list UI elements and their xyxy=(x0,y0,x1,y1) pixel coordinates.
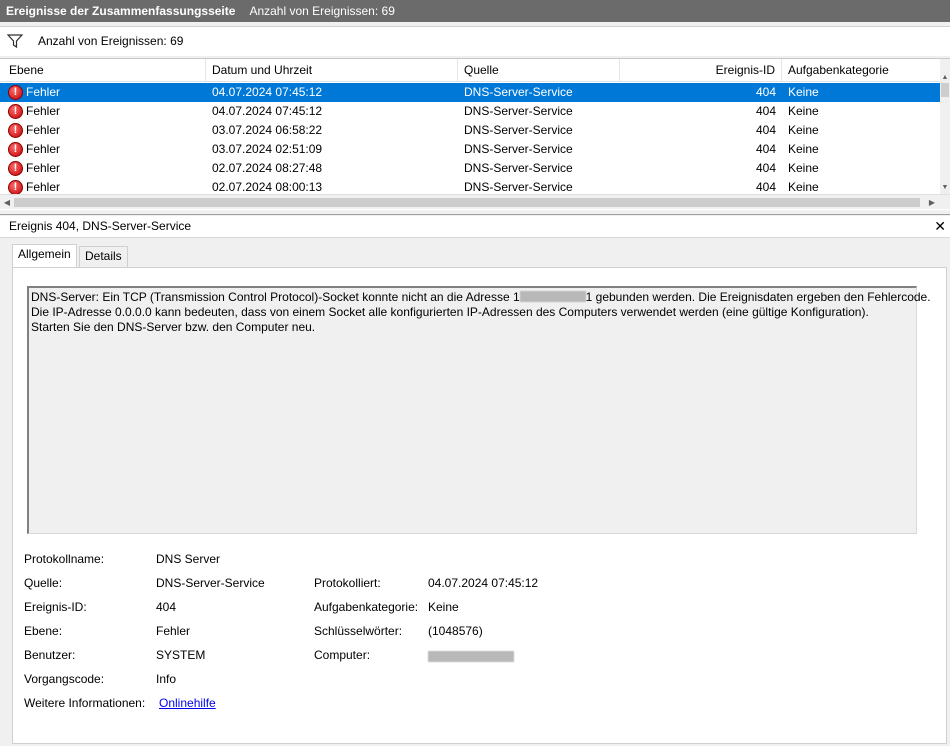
cell-datetime: 03.07.2024 06:58:22 xyxy=(212,123,323,137)
cell-level: Fehler xyxy=(26,142,61,156)
cell-task-category: Keine xyxy=(788,85,819,99)
label-benutzer: Benutzer: xyxy=(24,648,76,662)
filter-bar: Anzahl von Ereignissen: 69 xyxy=(0,26,950,56)
cell-datetime: 03.07.2024 02:51:09 xyxy=(212,142,323,156)
table-row[interactable]: ! Fehler 04.07.2024 07:45:12 DNS-Server-Ser… xyxy=(0,83,940,102)
cell-event-id: 404 xyxy=(755,123,776,137)
error-icon: ! xyxy=(8,104,23,119)
error-icon: ! xyxy=(8,161,23,176)
tab-details[interactable]: Details xyxy=(79,246,128,267)
cell-datetime: 02.07.2024 08:27:48 xyxy=(212,161,323,175)
grid-header: Ebene Datum und Uhrzeit Quelle Ereignis-… xyxy=(0,59,940,82)
horizontal-scrollbar[interactable]: ◀ ▶ xyxy=(0,194,950,209)
column-header-level[interactable]: Ebene xyxy=(3,59,206,82)
title-event-count: Anzahl von Ereignissen: 69 xyxy=(249,4,395,18)
value-computer-redacted xyxy=(428,650,514,664)
page-title: Ereignisse der Zusammenfassungsseite xyxy=(6,4,236,18)
value-protokollname: DNS Server xyxy=(156,552,221,566)
table-row[interactable]: ! Fehler 02.07.2024 08:27:48 DNS-Server-Ser… xyxy=(0,159,940,178)
cell-event-id: 404 xyxy=(755,161,776,175)
cell-task-category: Keine xyxy=(788,142,819,156)
cell-task-category: Keine xyxy=(788,104,819,118)
label-protokollname: Protokollname: xyxy=(24,552,105,566)
cell-level: Fehler xyxy=(26,161,61,175)
value-quelle: DNS-Server-Service xyxy=(156,576,265,590)
filter-event-count: Anzahl von Ereignissen: 69 xyxy=(38,34,184,48)
event-description[interactable]: DNS-Server: Ein TCP (Transmission Contro… xyxy=(27,286,931,534)
cell-datetime: 04.07.2024 07:45:12 xyxy=(212,104,323,118)
cell-source: DNS-Server-Service xyxy=(464,85,573,99)
value-vorgangscode: Info xyxy=(156,672,177,686)
event-detail-title: Ereignis 404, DNS-Server-Service xyxy=(9,219,192,233)
onlinehilfe-link[interactable]: Onlinehilfe xyxy=(159,696,216,710)
scroll-right-arrow-icon[interactable]: ▶ xyxy=(926,195,938,210)
scroll-up-arrow-icon[interactable]: ▲ xyxy=(940,73,950,83)
column-header-datetime[interactable]: Datum und Uhrzeit xyxy=(206,59,458,82)
cell-datetime: 04.07.2024 07:45:12 xyxy=(212,85,323,99)
vertical-scrollbar[interactable]: ▲ ▼ xyxy=(940,59,950,195)
vertical-scroll-thumb[interactable] xyxy=(941,83,949,97)
value-schluesselwoerter: (1048576) xyxy=(428,624,483,638)
filter-icon[interactable] xyxy=(7,34,23,48)
column-header-event-id[interactable]: Ereignis-ID xyxy=(620,59,782,82)
description-line-3: Starten Sie den DNS-Server bzw. den Comp… xyxy=(31,320,316,334)
label-vorgangscode: Vorgangscode: xyxy=(24,672,105,686)
error-icon: ! xyxy=(8,142,23,157)
label-quelle: Quelle: xyxy=(24,576,63,590)
value-benutzer: SYSTEM xyxy=(156,648,206,662)
label-ereignis-id: Ereignis-ID: xyxy=(24,600,87,614)
label-protokolliert: Protokolliert: xyxy=(314,576,381,590)
label-aufgabenkategorie: Aufgabenkategorie: xyxy=(314,600,419,614)
description-line-1: DNS-Server: Ein TCP (Transmission Contro… xyxy=(31,290,931,304)
label-ebene: Ebene: xyxy=(24,624,63,638)
label-computer: Computer: xyxy=(314,648,371,662)
cell-event-id: 404 xyxy=(755,104,776,118)
error-icon: ! xyxy=(8,85,23,100)
column-header-source[interactable]: Quelle xyxy=(458,59,620,82)
label-weitere-informationen: Weitere Informationen: xyxy=(24,696,146,710)
cell-source: DNS-Server-Service xyxy=(464,123,573,137)
tab-allgemein[interactable]: Allgemein xyxy=(12,244,77,268)
error-icon: ! xyxy=(8,180,23,195)
close-icon[interactable]: ✕ xyxy=(934,216,946,237)
table-row[interactable]: ! Fehler 03.07.2024 02:51:09 DNS-Server-Ser… xyxy=(0,140,940,159)
value-aufgabenkategorie: Keine xyxy=(428,600,459,614)
event-grid: Ebene Datum und Uhrzeit Quelle Ereignis-… xyxy=(0,58,950,210)
tab-panel-general: DNS-Server: Ein TCP (Transmission Contro… xyxy=(12,267,947,744)
scroll-left-arrow-icon[interactable]: ◀ xyxy=(1,195,13,210)
title-bar: Ereignisse der Zusammenfassungsseite Anz… xyxy=(0,0,950,22)
table-row[interactable]: ! Fehler 03.07.2024 06:58:22 DNS-Server-Ser… xyxy=(0,121,940,140)
cell-task-category: Keine xyxy=(788,123,819,137)
cell-level: Fehler xyxy=(26,123,61,137)
column-header-task-category[interactable]: Aufgabenkategorie xyxy=(782,59,940,82)
label-schluesselwoerter: Schlüsselwörter: xyxy=(314,624,403,638)
cell-level: Fehler xyxy=(26,85,61,99)
value-ereignis-id: 404 xyxy=(156,600,177,614)
event-detail-header: Ereignis 404, DNS-Server-Service ✕ xyxy=(0,216,950,238)
value-protokolliert: 04.07.2024 07:45:12 xyxy=(428,576,539,590)
event-detail-body: Allgemein Details DNS-Server: Ein TCP (T… xyxy=(0,238,950,746)
horizontal-scroll-thumb[interactable] xyxy=(14,198,920,207)
cell-event-id: 404 xyxy=(755,142,776,156)
cell-source: DNS-Server-Service xyxy=(464,104,573,118)
cell-level: Fehler xyxy=(26,104,61,118)
scroll-down-arrow-icon[interactable]: ▼ xyxy=(940,183,950,193)
error-icon: ! xyxy=(8,123,23,138)
table-row[interactable]: ! Fehler 04.07.2024 07:45:12 DNS-Server-Ser… xyxy=(0,102,940,121)
cell-task-category: Keine xyxy=(788,161,819,175)
cell-source: DNS-Server-Service xyxy=(464,161,573,175)
cell-source: DNS-Server-Service xyxy=(464,142,573,156)
description-line-2: Die IP-Adresse 0.0.0.0 kann bedeuten, da… xyxy=(31,305,869,319)
redacted-ip-address xyxy=(519,291,586,302)
value-ebene: Fehler xyxy=(156,624,191,638)
pane-splitter[interactable] xyxy=(0,210,950,215)
cell-event-id: 404 xyxy=(755,85,776,99)
